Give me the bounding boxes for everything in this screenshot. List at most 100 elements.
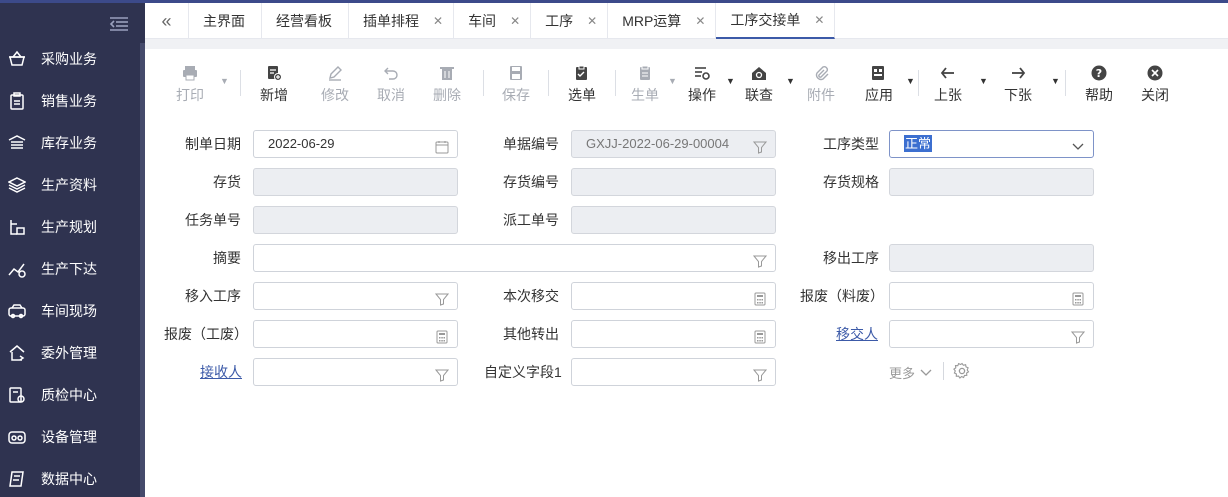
close-label: 关闭 <box>1141 87 1169 103</box>
outsource-icon <box>7 343 27 363</box>
select-order-button[interactable]: 选单 <box>549 56 615 105</box>
scrap-work-field[interactable] <box>253 320 458 348</box>
close-icon[interactable]: ✕ <box>695 14 705 28</box>
linked-query-button[interactable]: 联查 ▼ <box>730 56 795 105</box>
caret-down-icon[interactable]: ▼ <box>1051 76 1060 86</box>
date-field[interactable]: 2022-06-29 <box>253 130 458 158</box>
tab-workshop[interactable]: 车间 ✕ <box>454 3 532 39</box>
calculator-icon[interactable] <box>753 327 767 344</box>
save-button[interactable]: 保存 <box>484 56 548 105</box>
sidebar-item-purchase[interactable]: 采购业务 <box>0 38 140 80</box>
caret-down-icon[interactable]: ▼ <box>220 76 229 86</box>
close-icon[interactable]: ✕ <box>433 14 443 28</box>
handover-person-link[interactable]: 移交人 <box>836 320 878 348</box>
sidebar-item-quality[interactable]: 质检中心 <box>0 374 140 416</box>
previous-label: 上张 <box>934 87 962 103</box>
sidebar-item-production-release[interactable]: 生产下达 <box>0 248 140 290</box>
previous-button[interactable]: 上张 ▼ <box>919 56 988 105</box>
sidebar-item-label: 库存业务 <box>41 135 97 151</box>
filter-icon[interactable] <box>752 365 768 382</box>
next-label: 下张 <box>1004 87 1032 103</box>
sidebar-item-production-planning[interactable]: 生产规划 <box>0 206 140 248</box>
scrap-material-field[interactable] <box>889 282 1094 310</box>
pencil-icon <box>327 63 343 83</box>
inventory-field <box>253 168 458 196</box>
calculator-icon[interactable] <box>1071 289 1085 306</box>
other-out-field[interactable] <box>571 320 776 348</box>
close-button[interactable]: 关闭 <box>1132 56 1178 105</box>
new-button[interactable]: 新增 <box>241 56 307 105</box>
document-grid-icon <box>871 63 887 83</box>
in-process-label: 移入工序 <box>185 288 241 304</box>
close-icon[interactable]: ✕ <box>510 14 520 28</box>
tab-home[interactable]: 主界面 <box>189 3 262 39</box>
doc-no-field: GXJJ-2022-06-29-00004 <box>571 130 776 158</box>
vehicle-icon <box>7 301 27 321</box>
dispatch-no-field <box>571 206 776 234</box>
cancel-button[interactable]: 取消 <box>363 56 419 105</box>
data-icon <box>7 469 27 489</box>
chevron-down-icon[interactable] <box>1071 137 1085 151</box>
tab-process[interactable]: 工序 ✕ <box>531 3 609 39</box>
in-process-field[interactable] <box>253 282 458 310</box>
select-order-label: 选单 <box>568 87 596 103</box>
print-button[interactable]: 打印 ▼ <box>160 56 229 105</box>
next-button[interactable]: 下张 ▼ <box>989 56 1060 105</box>
operate-button[interactable]: 操作 ▼ <box>674 56 735 105</box>
gear-icon[interactable] <box>953 362 971 380</box>
filter-icon[interactable] <box>434 365 450 382</box>
tab-process-handover[interactable]: 工序交接单 ✕ <box>716 3 836 39</box>
caret-down-icon[interactable]: ▼ <box>906 76 915 86</box>
edit-button[interactable]: 修改 <box>307 56 363 105</box>
close-icon[interactable]: ✕ <box>587 14 597 28</box>
transfer-qty-field[interactable] <box>571 282 776 310</box>
date-value: 2022-06-29 <box>268 136 335 151</box>
caret-down-icon[interactable]: ▼ <box>979 76 988 86</box>
receiver-link[interactable]: 接收人 <box>200 358 242 386</box>
edit-label: 修改 <box>321 87 349 103</box>
svg-text:?: ? <box>1096 67 1102 80</box>
more-toggle[interactable]: 更多 <box>889 363 933 382</box>
sidebar-item-inventory[interactable]: 库存业务 <box>0 122 140 164</box>
house-link-icon <box>751 63 767 83</box>
tab-mrp[interactable]: MRP运算 ✕ <box>608 3 717 39</box>
handover-person-field[interactable] <box>889 320 1094 348</box>
delete-button[interactable]: 删除 <box>419 56 475 105</box>
receiver-field[interactable] <box>253 358 458 386</box>
inventory-code-label: 存货编号 <box>503 174 559 190</box>
help-button[interactable]: ? 帮助 <box>1066 56 1132 105</box>
summary-field[interactable] <box>253 244 776 272</box>
sidebar-item-production-data[interactable]: 生产资料 <box>0 164 140 206</box>
sidebar-item-workshop[interactable]: 车间现场 <box>0 290 140 332</box>
sidebar-item-label: 采购业务 <box>41 51 97 67</box>
calendar-icon[interactable] <box>435 137 449 154</box>
sidebar-item-label: 车间现场 <box>41 303 97 319</box>
chevron-down-icon <box>919 368 933 378</box>
date-label: 制单日期 <box>185 136 241 152</box>
filter-icon[interactable] <box>434 289 450 306</box>
filter-icon[interactable] <box>752 251 768 268</box>
menu-collapse-icon[interactable] <box>108 15 130 33</box>
process-type-label: 工序类型 <box>823 136 879 152</box>
tab-label: MRP运算 <box>622 13 682 29</box>
process-type-select[interactable]: 正常 <box>889 130 1094 158</box>
tab-dashboard[interactable]: 经营看板 <box>262 3 349 39</box>
generate-button[interactable]: 生单 ▼ <box>616 56 677 105</box>
calculator-icon[interactable] <box>435 327 449 344</box>
custom-field1-field[interactable] <box>571 358 776 386</box>
double-chevron-left-icon[interactable]: « <box>145 3 189 39</box>
arrow-right-icon <box>1010 63 1026 83</box>
sidebar-item-equipment[interactable]: 设备管理 <box>0 416 140 458</box>
sidebar-item-sales[interactable]: 销售业务 <box>0 80 140 122</box>
filter-icon[interactable] <box>1070 327 1086 344</box>
apply-button[interactable]: 应用 ▼ <box>854 56 915 105</box>
sidebar-item-outsourcing[interactable]: 委外管理 <box>0 332 140 374</box>
sidebar-item-label: 设备管理 <box>41 429 97 445</box>
attachment-button[interactable]: 附件 <box>788 56 854 105</box>
tab-insert-scheduling[interactable]: 插单排程 ✕ <box>349 3 455 39</box>
calculator-icon[interactable] <box>753 289 767 306</box>
close-icon[interactable]: ✕ <box>814 13 824 27</box>
clipboard-check-icon <box>574 63 590 83</box>
sidebar-item-data-center[interactable]: 数据中心 <box>0 458 140 497</box>
print-label: 打印 <box>176 87 204 103</box>
